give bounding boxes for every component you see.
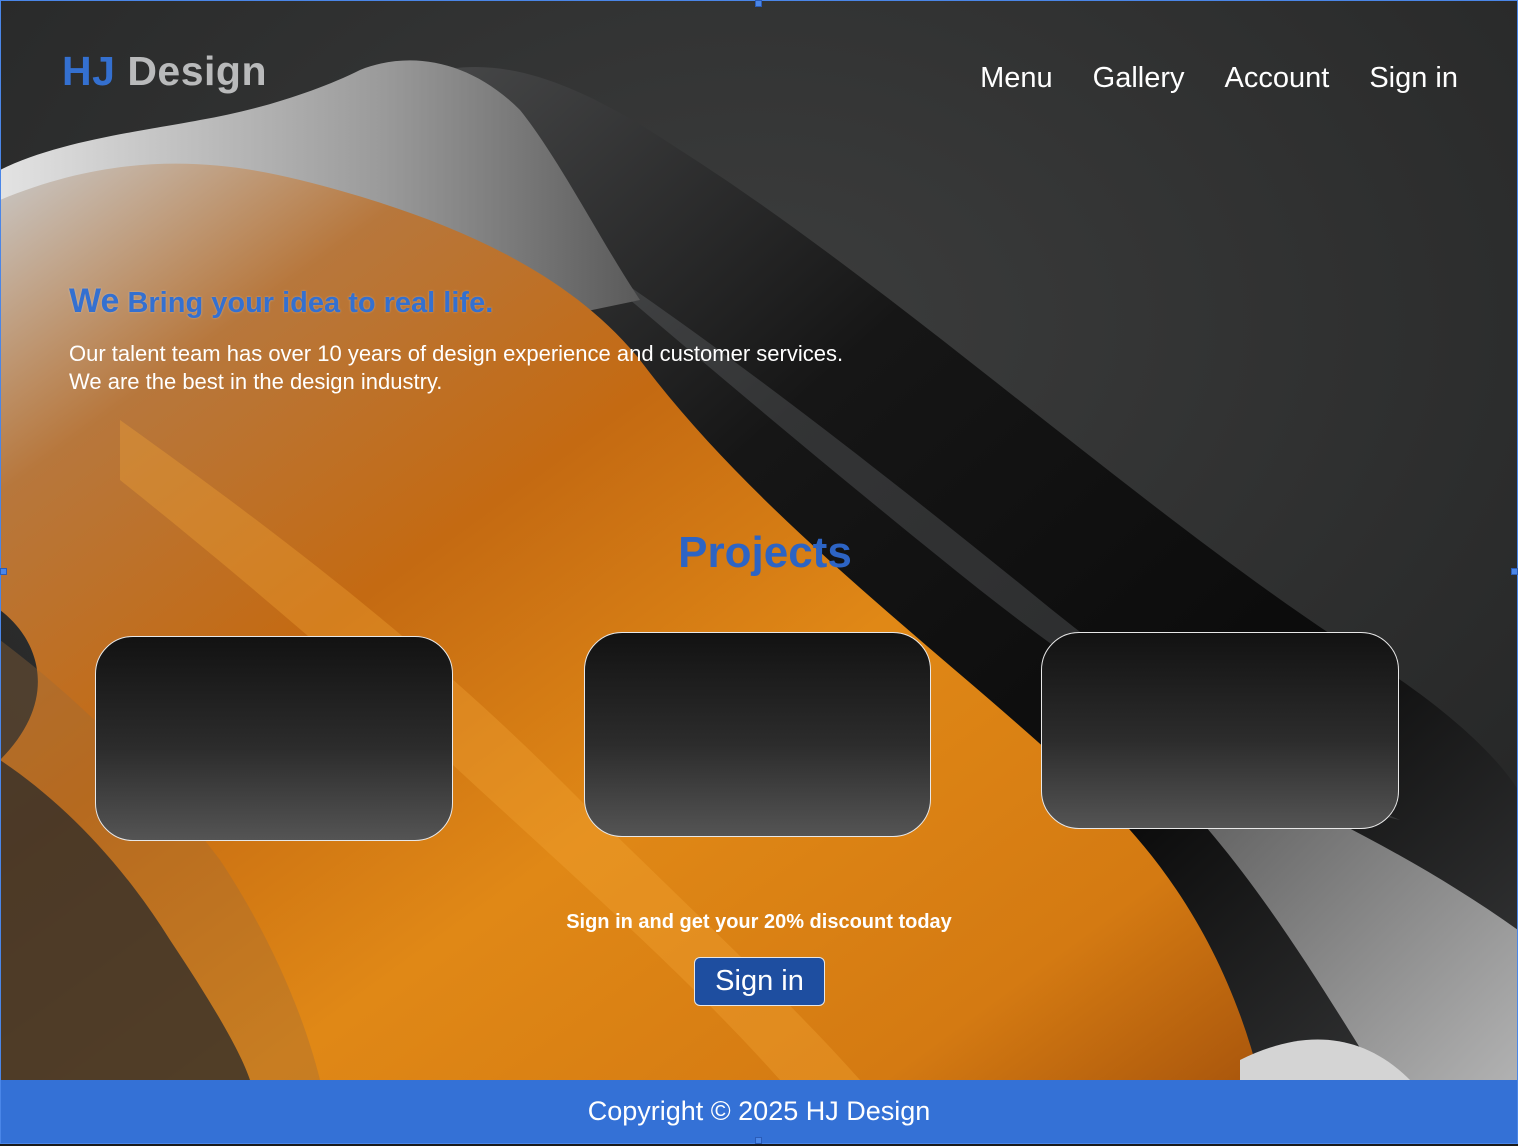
nav-menu-link[interactable]: Menu bbox=[980, 62, 1053, 95]
resize-handle-left[interactable] bbox=[0, 568, 7, 575]
hero-title: We Bring your idea to real life. bbox=[69, 282, 493, 321]
project-card-2[interactable] bbox=[584, 632, 931, 837]
main-nav: Menu Gallery Account Sign in bbox=[940, 62, 1458, 95]
project-card-1[interactable] bbox=[95, 636, 453, 841]
nav-account-link[interactable]: Account bbox=[1225, 62, 1330, 95]
footer: Copyright © 2025 HJ Design bbox=[0, 1080, 1518, 1143]
nav-signin-link[interactable]: Sign in bbox=[1369, 62, 1458, 95]
resize-handle-bottom[interactable] bbox=[755, 1137, 762, 1144]
page: HJ Design Menu Gallery Account Sign in W… bbox=[0, 0, 1518, 1146]
hero-title-lead: We bbox=[69, 282, 120, 320]
nav-gallery-link[interactable]: Gallery bbox=[1093, 62, 1185, 95]
logo-secondary: Design bbox=[127, 48, 268, 94]
resize-handle-top[interactable] bbox=[755, 0, 762, 7]
discount-promo-text: Sign in and get your 20% discount today bbox=[566, 911, 952, 933]
resize-handle-right[interactable] bbox=[1511, 568, 1518, 575]
copyright-text: Copyright © 2025 HJ Design bbox=[587, 1096, 931, 1126]
hero-description-line-1: Our talent team has over 10 years of des… bbox=[69, 341, 844, 366]
logo[interactable]: HJ Design bbox=[62, 48, 267, 95]
hero-title-rest: Bring your idea to real life. bbox=[127, 287, 494, 319]
hero-description-line-2: We are the best in the design industry. bbox=[69, 369, 443, 394]
logo-primary: HJ bbox=[62, 48, 116, 94]
projects-title: Projects bbox=[678, 528, 852, 577]
project-card-3[interactable] bbox=[1041, 632, 1399, 829]
signin-button[interactable]: Sign in bbox=[694, 957, 825, 1006]
hero-description: Our talent team has over 10 years of des… bbox=[69, 340, 843, 396]
